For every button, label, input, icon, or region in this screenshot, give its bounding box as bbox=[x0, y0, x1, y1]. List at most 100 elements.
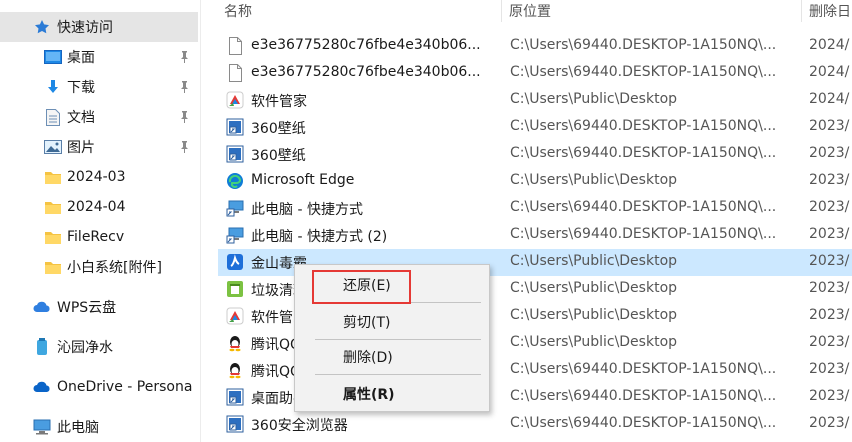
sidebar-item-onedrive[interactable]: OneDrive - Persona bbox=[0, 372, 198, 402]
file-deleted-date: 2024/ bbox=[809, 37, 850, 53]
sidebar-item-label: 小白系统[附件] bbox=[67, 260, 162, 276]
file-deleted-date: 2023/ bbox=[809, 199, 850, 215]
file-location: C:\Users\Public\Desktop bbox=[510, 91, 678, 107]
file-row[interactable]: 360壁纸 C:\Users\69440.DESKTOP-1A150NQ\...… bbox=[218, 141, 852, 168]
sidebar-item-wps-cloud[interactable]: WPS云盘 bbox=[0, 292, 198, 322]
menu-item-properties[interactable]: 属性(R) bbox=[295, 381, 489, 407]
file-deleted-date: 2023/ bbox=[809, 118, 850, 134]
sidebar-item-label: 快速访问 bbox=[57, 20, 113, 36]
file-name: e3e36775280c76fbe4e340b06... bbox=[251, 37, 481, 53]
document-icon bbox=[44, 108, 62, 126]
file-location: C:\Users\69440.DESKTOP-1A150NQ\... bbox=[510, 118, 777, 134]
pin-icon[interactable] bbox=[178, 80, 190, 94]
file-deleted-date: 2023/ bbox=[809, 415, 850, 431]
sidebar-item-downloads[interactable]: 下载 bbox=[0, 72, 198, 102]
download-icon bbox=[44, 78, 62, 96]
file-name: Microsoft Edge bbox=[251, 172, 355, 188]
file-name: 360壁纸 bbox=[251, 121, 306, 137]
file-deleted-date: 2023/ bbox=[809, 280, 850, 296]
sidebar-item-qinyuan[interactable]: 沁园净水 bbox=[0, 332, 198, 362]
file-name: 此电脑 - 快捷方式 bbox=[251, 202, 363, 218]
star-icon bbox=[33, 18, 51, 36]
sidebar-item-documents[interactable]: 文档 bbox=[0, 102, 198, 132]
edge-icon bbox=[226, 172, 244, 190]
file-row[interactable]: 360安全浏览器 C:\Users\69440.DESKTOP-1A150NQ\… bbox=[218, 411, 852, 438]
sidebar-item-folder-2024-03[interactable]: 2024-03 bbox=[0, 162, 198, 192]
sidebar-item-label: 图片 bbox=[67, 140, 95, 156]
file-location: C:\Users\69440.DESKTOP-1A150NQ\... bbox=[510, 145, 777, 161]
onedrive-icon bbox=[33, 378, 51, 396]
file-deleted-date: 2023/ bbox=[809, 226, 850, 242]
computer-shortcut-icon bbox=[226, 226, 244, 244]
computer-shortcut-icon bbox=[226, 199, 244, 217]
file-name: 360壁纸 bbox=[251, 148, 306, 164]
sidebar-item-label: WPS云盘 bbox=[57, 300, 117, 316]
folder-icon bbox=[44, 198, 62, 216]
pin-icon[interactable] bbox=[178, 50, 190, 64]
blank-file-icon bbox=[226, 37, 244, 55]
sidebar-item-filerecv[interactable]: FileRecv bbox=[0, 222, 198, 252]
file-row[interactable]: 360壁纸 C:\Users\69440.DESKTOP-1A150NQ\...… bbox=[218, 114, 852, 141]
sidebar-item-label: 沁园净水 bbox=[57, 340, 113, 356]
column-divider[interactable] bbox=[501, 0, 502, 22]
file-row[interactable]: e3e36775280c76fbe4e340b06... C:\Users\69… bbox=[218, 33, 852, 60]
cleaner-icon bbox=[226, 280, 244, 298]
file-deleted-date: 2023/ bbox=[809, 253, 850, 269]
file-row[interactable]: e3e36775280c76fbe4e340b06... C:\Users\69… bbox=[218, 60, 852, 87]
pin-icon[interactable] bbox=[178, 110, 190, 124]
pane-divider[interactable] bbox=[200, 0, 201, 442]
file-name: e3e36775280c76fbe4e340b06... bbox=[251, 64, 481, 80]
column-header-deleted-date[interactable]: 删除日 bbox=[809, 0, 851, 22]
column-divider[interactable] bbox=[801, 0, 802, 22]
file-location: C:\Users\69440.DESKTOP-1A150NQ\... bbox=[510, 361, 777, 377]
file-row[interactable]: 此电脑 - 快捷方式 C:\Users\69440.DESKTOP-1A150N… bbox=[218, 195, 852, 222]
sidebar-item-label: 2024-04 bbox=[67, 199, 126, 215]
file-location: C:\Users\69440.DESKTOP-1A150NQ\... bbox=[510, 415, 777, 431]
column-header-location[interactable]: 原位置 bbox=[509, 0, 551, 22]
sidebar-item-label: 2024-03 bbox=[67, 169, 126, 185]
computer-icon bbox=[33, 418, 51, 436]
sidebar-item-label: 桌面 bbox=[67, 50, 95, 66]
annotation-highlight-box bbox=[312, 270, 411, 304]
file-row[interactable]: 此电脑 - 快捷方式 (2) C:\Users\69440.DESKTOP-1A… bbox=[218, 222, 852, 249]
sidebar-item-folder-2024-04[interactable]: 2024-04 bbox=[0, 192, 198, 222]
file-location: C:\Users\Public\Desktop bbox=[510, 280, 678, 296]
file-location: C:\Users\69440.DESKTOP-1A150NQ\... bbox=[510, 64, 777, 80]
file-location: C:\Users\Public\Desktop bbox=[510, 172, 678, 188]
shortcut-icon bbox=[226, 118, 244, 136]
shortcut-icon bbox=[226, 145, 244, 163]
sidebar-item-label: OneDrive - Persona bbox=[57, 379, 193, 395]
file-deleted-date: 2023/ bbox=[809, 361, 850, 377]
menu-separator bbox=[315, 339, 481, 340]
file-name: 软件管家 bbox=[251, 94, 307, 110]
file-deleted-date: 2023/ bbox=[809, 307, 850, 323]
file-location: C:\Users\69440.DESKTOP-1A150NQ\... bbox=[510, 388, 777, 404]
picture-icon bbox=[44, 138, 62, 156]
qq-icon bbox=[226, 334, 244, 352]
menu-separator bbox=[315, 374, 481, 375]
sidebar-item-pictures[interactable]: 图片 bbox=[0, 132, 198, 162]
software-manager-icon bbox=[226, 91, 244, 109]
file-location: C:\Users\69440.DESKTOP-1A150NQ\... bbox=[510, 199, 777, 215]
menu-item-delete[interactable]: 删除(D) bbox=[295, 344, 489, 370]
file-name: 360安全浏览器 bbox=[251, 418, 348, 434]
column-header-name[interactable]: 名称 bbox=[224, 0, 252, 22]
file-row[interactable]: 软件管家 C:\Users\Public\Desktop 2024/ bbox=[218, 87, 852, 114]
sidebar-item-xiaobai-attachments[interactable]: 小白系统[附件] bbox=[0, 252, 198, 282]
kingsoft-icon bbox=[226, 253, 244, 271]
sidebar-item-desktop[interactable]: 桌面 bbox=[0, 42, 198, 72]
file-location: C:\Users\69440.DESKTOP-1A150NQ\... bbox=[510, 226, 777, 242]
pin-icon[interactable] bbox=[178, 140, 190, 154]
desktop-icon bbox=[44, 48, 62, 66]
file-row[interactable]: Microsoft Edge C:\Users\Public\Desktop 2… bbox=[218, 168, 852, 195]
menu-item-cut[interactable]: 剪切(T) bbox=[295, 309, 489, 335]
sidebar-item-this-pc[interactable]: 此电脑 bbox=[0, 412, 198, 442]
sidebar-item-quick-access[interactable]: 快速访问 bbox=[0, 12, 198, 42]
file-deleted-date: 2023/ bbox=[809, 388, 850, 404]
file-deleted-date: 2024/ bbox=[809, 91, 850, 107]
sidebar-item-label: 下载 bbox=[67, 80, 95, 96]
file-location: C:\Users\69440.DESKTOP-1A150NQ\... bbox=[510, 37, 777, 53]
file-location: C:\Users\Public\Desktop bbox=[510, 334, 678, 350]
folder-icon bbox=[44, 258, 62, 276]
file-location: C:\Users\Public\Desktop bbox=[510, 307, 678, 323]
